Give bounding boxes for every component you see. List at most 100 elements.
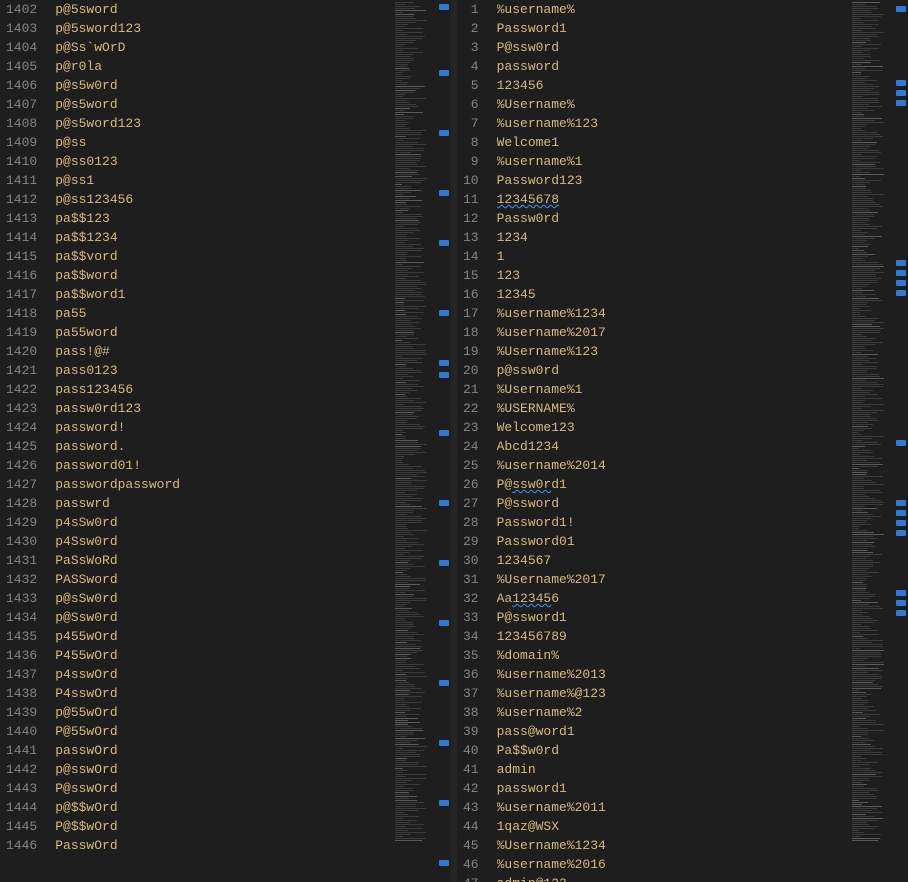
code-line[interactable]: p@5sword [55, 0, 389, 19]
code-line[interactable]: p@5sword123 [55, 19, 389, 38]
code-line[interactable]: pa$$word1 [55, 285, 389, 304]
code-line[interactable]: p@r0la [55, 57, 389, 76]
code-line[interactable]: %USERNAME% [497, 399, 846, 418]
code-line[interactable]: p@ss123456 [55, 190, 389, 209]
code-line[interactable]: passw0rd123 [55, 399, 389, 418]
code-line[interactable]: 1234 [497, 228, 846, 247]
code-line[interactable]: password [497, 57, 846, 76]
code-line[interactable]: p@55wOrd [55, 703, 389, 722]
code-line[interactable]: 1234567 [497, 551, 846, 570]
editor-right[interactable]: 1234567891011121314151617181920212223242… [457, 0, 908, 882]
code-line[interactable]: 12345 [497, 285, 846, 304]
code-line[interactable]: p@sswOrd [55, 760, 389, 779]
code-line[interactable]: 123456789 [497, 627, 846, 646]
code-line[interactable]: %Username% [497, 95, 846, 114]
editor-left[interactable]: 1402140314041405140614071408140914101411… [0, 0, 451, 882]
code-line[interactable]: pa$$1234 [55, 228, 389, 247]
code-line[interactable]: passwOrd [55, 741, 389, 760]
code-line[interactable]: password. [55, 437, 389, 456]
code-left[interactable]: p@5swordp@5sword123p@Ss`wOrDp@r0lap@s5w0… [55, 0, 389, 882]
code-line[interactable]: p@Ss`wOrD [55, 38, 389, 57]
code-line[interactable]: pa55 [55, 304, 389, 323]
code-line[interactable]: admin@123 [497, 874, 846, 882]
code-line[interactable]: 1 [497, 247, 846, 266]
code-line[interactable]: P@ssw0rd [497, 38, 846, 57]
code-line[interactable]: %Username%1234 [497, 836, 846, 855]
code-line[interactable]: P455wOrd [55, 646, 389, 665]
code-line[interactable]: p@sSw0rd [55, 589, 389, 608]
code-line[interactable]: p455wOrd [55, 627, 389, 646]
code-line[interactable]: %Username%1 [497, 380, 846, 399]
code-line[interactable]: Password1 [497, 19, 846, 38]
code-line[interactable]: pass!@# [55, 342, 389, 361]
code-line[interactable]: p4Ssw0rd [55, 532, 389, 551]
code-line[interactable]: 123456 [497, 76, 846, 95]
code-line[interactable]: Password123 [497, 171, 846, 190]
code-line[interactable]: %username% [497, 0, 846, 19]
code-line[interactable]: Passw0rd [497, 209, 846, 228]
code-line[interactable]: %username%1234 [497, 304, 846, 323]
code-line[interactable]: p@ss1 [55, 171, 389, 190]
code-line[interactable]: pa$$123 [55, 209, 389, 228]
code-line[interactable]: Welcome123 [497, 418, 846, 437]
code-line[interactable]: p@s5word123 [55, 114, 389, 133]
code-line[interactable]: Welcome1 [497, 133, 846, 152]
code-line[interactable]: P@ssword [497, 494, 846, 513]
code-line[interactable]: Aa123456 [497, 589, 846, 608]
code-line[interactable]: password1 [497, 779, 846, 798]
code-line[interactable]: p4sswOrd [55, 665, 389, 684]
code-line[interactable]: p4sSw0rd [55, 513, 389, 532]
code-line[interactable]: P@ssword1 [497, 608, 846, 627]
code-line[interactable]: %username%@123 [497, 684, 846, 703]
code-line[interactable]: p@ss [55, 133, 389, 152]
code-line[interactable]: 1qaz@WSX [497, 817, 846, 836]
code-line[interactable]: password! [55, 418, 389, 437]
code-line[interactable]: p@ss0123 [55, 152, 389, 171]
code-line[interactable]: pass@word1 [497, 722, 846, 741]
code-line[interactable]: %Username%2017 [497, 570, 846, 589]
code-line[interactable]: %Username%123 [497, 342, 846, 361]
code-line[interactable]: p@s5word [55, 95, 389, 114]
code-line[interactable]: Password01 [497, 532, 846, 551]
code-line[interactable]: pa$$vord [55, 247, 389, 266]
code-line[interactable]: %username%1 [497, 152, 846, 171]
code-line[interactable]: P4sswOrd [55, 684, 389, 703]
code-line[interactable]: %domain% [497, 646, 846, 665]
minimap-left[interactable] [389, 0, 437, 882]
code-right[interactable]: %username%Password1P@ssw0rdpassword12345… [497, 0, 846, 882]
overview-ruler-left[interactable] [437, 0, 451, 882]
code-line[interactable]: P@$$wOrd [55, 817, 389, 836]
code-line[interactable]: pa55word [55, 323, 389, 342]
overview-ruler-right[interactable] [894, 0, 908, 882]
code-line[interactable]: %username%2011 [497, 798, 846, 817]
minimap-right[interactable] [846, 0, 894, 882]
code-line[interactable]: %username%2017 [497, 323, 846, 342]
code-line[interactable]: p@$$wOrd [55, 798, 389, 817]
code-line[interactable]: 12345678 [497, 190, 846, 209]
code-line[interactable]: Pa$$w0rd [497, 741, 846, 760]
code-line[interactable]: pa$$word [55, 266, 389, 285]
code-line[interactable]: 123 [497, 266, 846, 285]
code-line[interactable]: PASSword [55, 570, 389, 589]
code-line[interactable]: pass123456 [55, 380, 389, 399]
code-line[interactable]: p@Ssw0rd [55, 608, 389, 627]
code-line[interactable]: %username%2016 [497, 855, 846, 874]
code-line[interactable]: admin [497, 760, 846, 779]
code-line[interactable]: %username%123 [497, 114, 846, 133]
code-line[interactable]: P@sswOrd [55, 779, 389, 798]
code-line[interactable]: P@ssw0rd1 [497, 475, 846, 494]
code-line[interactable]: Password1! [497, 513, 846, 532]
code-line[interactable]: PasswOrd [55, 836, 389, 855]
code-line[interactable]: pass0123 [55, 361, 389, 380]
code-line[interactable]: P@55wOrd [55, 722, 389, 741]
code-line[interactable]: %username%2014 [497, 456, 846, 475]
code-line[interactable]: passwordpassword [55, 475, 389, 494]
code-line[interactable]: %username%2013 [497, 665, 846, 684]
code-line[interactable]: p@s5w0rd [55, 76, 389, 95]
code-line[interactable]: %username%2 [497, 703, 846, 722]
code-line[interactable]: p@ssw0rd [497, 361, 846, 380]
code-line[interactable]: Abcd1234 [497, 437, 846, 456]
code-line[interactable]: passwrd [55, 494, 389, 513]
code-line[interactable]: password01! [55, 456, 389, 475]
code-line[interactable]: PaSsWoRd [55, 551, 389, 570]
